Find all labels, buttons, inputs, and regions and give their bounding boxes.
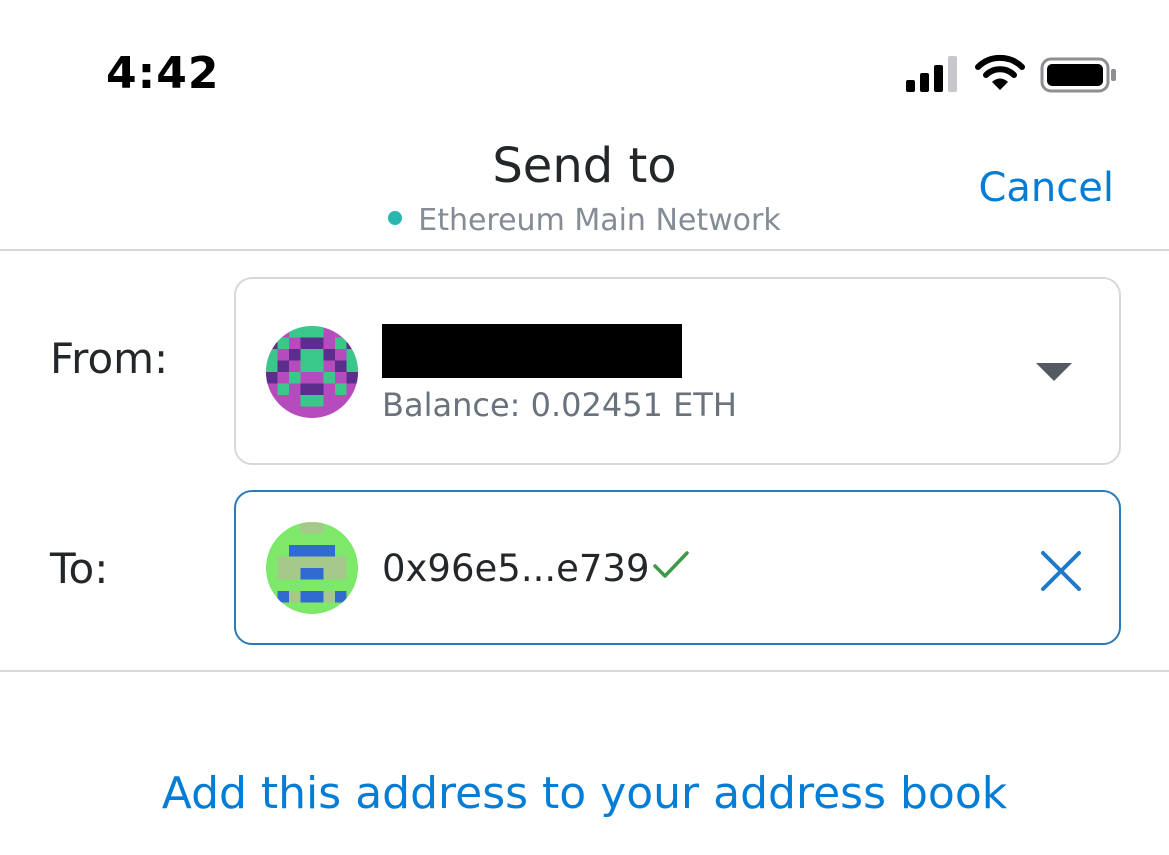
wifi-icon	[975, 54, 1025, 90]
caret-down-icon[interactable]	[1036, 361, 1072, 383]
header: Send to Ethereum Main Network Cancel	[0, 120, 1169, 251]
checkmark-icon	[653, 551, 689, 578]
close-icon[interactable]	[1040, 550, 1082, 592]
from-account-avatar	[266, 326, 358, 418]
battery-icon	[1040, 57, 1116, 93]
network-status-dot	[388, 210, 403, 225]
account-balance: Balance: 0.02451 ETH	[382, 386, 737, 424]
account-name-redacted	[382, 324, 682, 378]
to-address-avatar	[266, 522, 358, 614]
status-bar: 4:42	[0, 0, 1169, 120]
to-address-field[interactable]: 0x96e5...e739	[234, 490, 1121, 645]
from-account-selector[interactable]: Balance: 0.02451 ETH	[234, 277, 1121, 465]
section-divider	[0, 670, 1169, 672]
network-name: Ethereum Main Network	[418, 203, 781, 238]
cellular-signal-icon	[906, 56, 957, 92]
status-time: 4:42	[106, 48, 220, 99]
recipient-address: 0x96e5...e739	[382, 547, 650, 590]
cancel-button[interactable]: Cancel	[978, 164, 1114, 212]
to-label: To:	[50, 544, 109, 593]
from-label: From:	[50, 334, 169, 383]
add-to-address-book-link[interactable]: Add this address to your address book	[0, 766, 1169, 822]
